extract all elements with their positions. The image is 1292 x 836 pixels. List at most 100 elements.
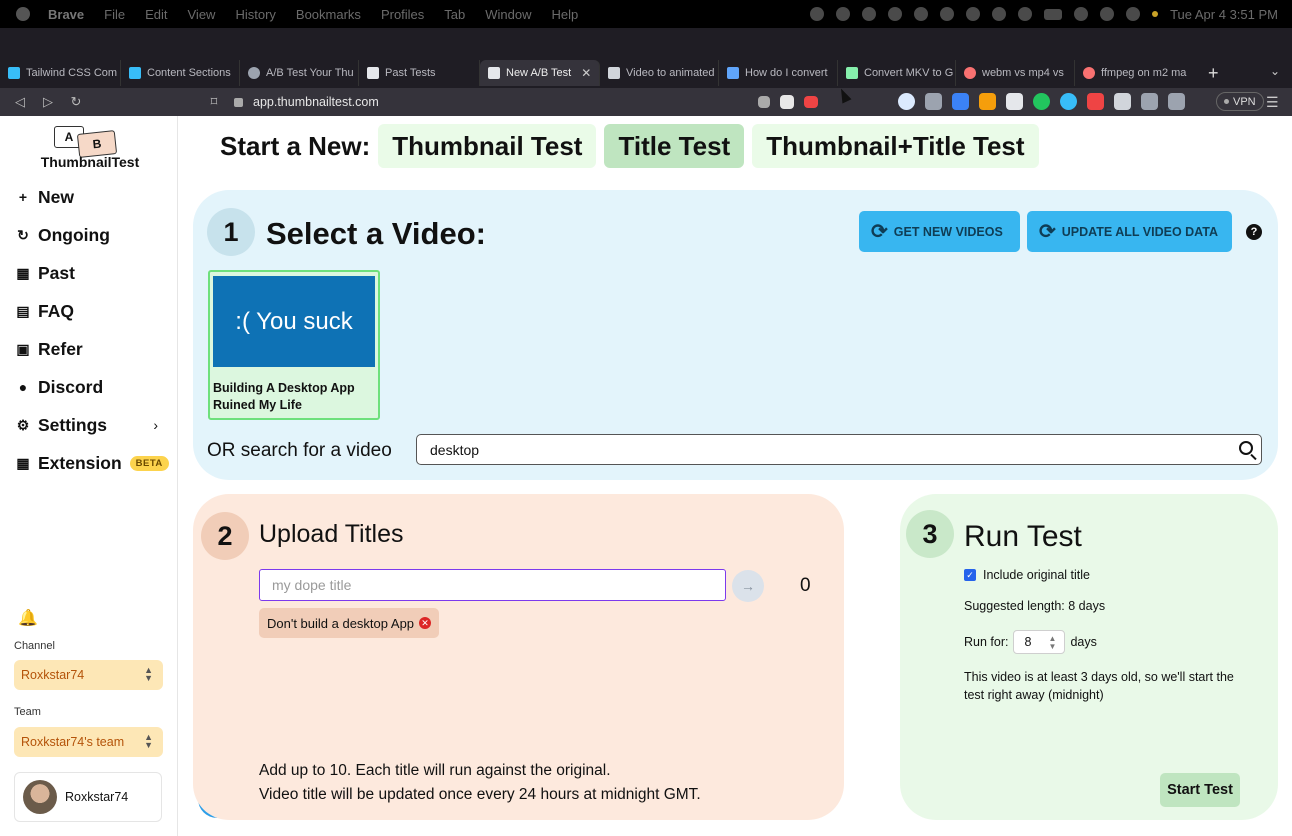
- extension-icon[interactable]: [1006, 93, 1023, 110]
- sidebar-item-new[interactable]: + New: [0, 178, 178, 216]
- sidebar-item-ongoing[interactable]: ↻ Ongoing: [0, 216, 178, 254]
- browser-tab[interactable]: Past Tests: [359, 60, 480, 86]
- brave-shield-icon[interactable]: [780, 95, 794, 109]
- browser-tab[interactable]: webm vs mp4 vs: [956, 60, 1075, 86]
- browser-tab[interactable]: A/B Test Your Thu: [240, 60, 359, 86]
- wallet-icon[interactable]: [1168, 93, 1185, 110]
- status-app-icon[interactable]: [862, 7, 877, 21]
- menu-window[interactable]: Window: [485, 7, 531, 22]
- sidebar: A B ThumbnailTest + New ↻ Ongoing ▦ Past…: [0, 116, 178, 836]
- select-video-panel: 1 Select a Video: ⟳ GET NEW VIDEOS ⟳ UPD…: [193, 190, 1278, 480]
- menu-tab[interactable]: Tab: [444, 7, 465, 22]
- reload-icon[interactable]: ↻: [62, 94, 90, 110]
- search-icon[interactable]: [1239, 441, 1253, 455]
- status-app-icon[interactable]: [888, 7, 903, 21]
- macos-menubar: Brave File Edit View History Bookmarks P…: [0, 0, 1292, 28]
- title-input[interactable]: my dope title: [259, 569, 726, 601]
- include-original-checkbox[interactable]: ✓: [964, 569, 976, 581]
- bookmark-icon[interactable]: ⌑: [200, 94, 228, 110]
- update-all-video-data-button[interactable]: ⟳ UPDATE ALL VIDEO DATA: [1027, 211, 1232, 252]
- status-app-icon[interactable]: [1018, 7, 1033, 21]
- menu-help[interactable]: Help: [552, 7, 579, 22]
- user-name: Roxkstar74: [65, 790, 129, 804]
- get-new-videos-button[interactable]: ⟳ GET NEW VIDEOS: [859, 211, 1020, 252]
- status-app-icon[interactable]: [940, 7, 955, 21]
- titles-note-limit: Add up to 10. Each title will run agains…: [259, 762, 611, 779]
- status-app-icon[interactable]: [914, 7, 929, 21]
- browser-tab[interactable]: ffmpeg on m2 ma: [1075, 60, 1194, 86]
- address-bar[interactable]: app.thumbnailtest.com: [234, 91, 818, 113]
- new-tab-icon[interactable]: +: [1208, 63, 1219, 84]
- thumbnail-test-button[interactable]: Thumbnail Test: [378, 124, 597, 168]
- menu-edit[interactable]: Edit: [145, 7, 167, 22]
- status-app-icon[interactable]: [810, 7, 825, 21]
- menu-app-name[interactable]: Brave: [48, 7, 84, 22]
- team-select[interactable]: Roxkstar74's team ▲ ▼: [14, 727, 163, 757]
- wifi-icon[interactable]: [1074, 7, 1089, 21]
- sidebar-item-past[interactable]: ▦ Past: [0, 254, 178, 292]
- menubar-clock[interactable]: Tue Apr 4 3:51 PM: [1170, 7, 1278, 22]
- share-icon[interactable]: [758, 96, 770, 108]
- title-test-button[interactable]: Title Test: [604, 124, 745, 168]
- run-for-days-stepper[interactable]: 8 ▲ ▼: [1013, 630, 1066, 654]
- puzzle-icon[interactable]: [1114, 93, 1131, 110]
- menu-view[interactable]: View: [188, 7, 216, 22]
- video-search-input[interactable]: desktop: [416, 434, 1262, 465]
- add-title-button[interactable]: →: [732, 570, 764, 602]
- sidebar-item-extension[interactable]: ▦ Extension BETA: [0, 444, 178, 482]
- browser-tab[interactable]: Content Sections: [121, 60, 240, 86]
- extension-icon[interactable]: [1087, 93, 1104, 110]
- video-card[interactable]: :( You suck Building A Desktop App Ruine…: [208, 270, 380, 420]
- menu-file[interactable]: File: [104, 7, 125, 22]
- user-card[interactable]: Roxkstar74: [14, 772, 162, 822]
- sidebar-item-faq[interactable]: ▤ FAQ: [0, 292, 178, 330]
- browser-tab[interactable]: Convert MKV to G: [838, 60, 956, 86]
- react-devtools-icon[interactable]: [1060, 93, 1077, 110]
- browser-tab-bar: Tailwind CSS Com Content Sections A/B Te…: [0, 58, 1292, 88]
- bell-icon[interactable]: 🔔: [18, 608, 38, 628]
- browser-tab[interactable]: How do I convert: [719, 60, 838, 86]
- url-text[interactable]: app.thumbnailtest.com: [253, 95, 379, 109]
- sidebar-item-discord[interactable]: ● Discord: [0, 368, 178, 406]
- brave-rewards-icon[interactable]: [804, 96, 818, 108]
- back-icon[interactable]: ◁: [6, 94, 34, 110]
- metamask-icon[interactable]: [979, 93, 996, 110]
- extension-icon[interactable]: [952, 93, 969, 110]
- menu-icon[interactable]: ☰: [1266, 94, 1279, 111]
- menu-bookmarks[interactable]: Bookmarks: [296, 7, 361, 22]
- start-test-button[interactable]: Start Test: [1160, 773, 1240, 807]
- battery-icon[interactable]: [1044, 8, 1063, 20]
- sidebar-toggle-icon[interactable]: [1141, 93, 1158, 110]
- video-age-note: This video is at least 3 days old, so we…: [964, 670, 1234, 702]
- control-center-icon[interactable]: [1126, 7, 1141, 21]
- sidebar-item-settings[interactable]: ⚙ Settings ›: [0, 406, 178, 444]
- logo[interactable]: A B ThumbnailTest: [22, 124, 158, 170]
- step-number: 2: [201, 512, 249, 560]
- browser-tab-active[interactable]: New A/B Test ✕: [480, 60, 600, 86]
- menu-history[interactable]: History: [235, 7, 275, 22]
- menu-profiles[interactable]: Profiles: [381, 7, 424, 22]
- close-tab-icon[interactable]: ✕: [581, 66, 591, 80]
- channel-select[interactable]: Roxkstar74 ▲ ▼: [14, 660, 163, 690]
- status-app-icon[interactable]: [966, 7, 981, 21]
- notification-dot-icon: [1152, 11, 1159, 17]
- apple-icon[interactable]: [16, 7, 30, 21]
- help-icon[interactable]: ?: [1246, 224, 1262, 240]
- browser-tab[interactable]: Video to animated: [600, 60, 719, 86]
- forward-icon[interactable]: ▷: [34, 94, 62, 110]
- sidebar-item-refer[interactable]: ▣ Refer: [0, 330, 178, 368]
- remove-chip-icon[interactable]: ✕: [419, 617, 432, 629]
- search-icon[interactable]: [1100, 7, 1115, 21]
- extension-icon[interactable]: [898, 93, 915, 110]
- grid-icon: ▦: [16, 264, 30, 281]
- browser-tab[interactable]: Tailwind CSS Com: [0, 60, 121, 86]
- tab-favicon-icon: [964, 67, 976, 79]
- status-app-icon[interactable]: [836, 7, 851, 21]
- extension-icon[interactable]: [1033, 93, 1050, 110]
- run-test-title: Run Test: [964, 520, 1082, 553]
- extension-icon[interactable]: [925, 93, 942, 110]
- tab-list-chevron-icon[interactable]: ⌄: [1270, 64, 1280, 78]
- vpn-button[interactable]: VPN: [1216, 92, 1264, 111]
- status-app-icon[interactable]: [992, 7, 1007, 21]
- thumbnail-title-test-button[interactable]: Thumbnail+Title Test: [752, 124, 1039, 168]
